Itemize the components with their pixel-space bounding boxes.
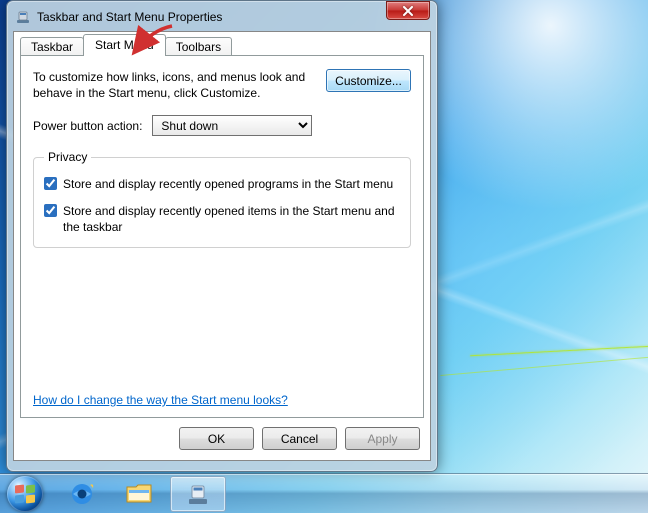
help-link[interactable]: How do I change the way the Start menu l… xyxy=(33,393,288,407)
tab-panel-start-menu: To customize how links, icons, and menus… xyxy=(20,55,424,418)
ok-button[interactable]: OK xyxy=(179,427,254,450)
privacy-opt-items-checkbox[interactable] xyxy=(44,204,57,217)
window-title: Taskbar and Start Menu Properties xyxy=(37,10,429,24)
start-orb-icon xyxy=(7,476,43,512)
privacy-opt-items[interactable]: Store and display recently opened items … xyxy=(44,203,400,235)
windows-flag-icon xyxy=(15,485,35,503)
properties-dialog: Taskbar and Start Menu Properties Taskba… xyxy=(6,0,438,472)
intro-text: To customize how links, icons, and menus… xyxy=(33,69,314,101)
privacy-group: Privacy Store and display recently opene… xyxy=(33,150,411,248)
internet-explorer-icon xyxy=(68,480,96,508)
close-button[interactable] xyxy=(386,1,430,20)
window-icon xyxy=(15,9,31,25)
start-button[interactable] xyxy=(4,475,46,513)
privacy-opt-programs-checkbox[interactable] xyxy=(44,177,57,190)
privacy-opt-programs[interactable]: Store and display recently opened progra… xyxy=(44,176,400,192)
cancel-button[interactable]: Cancel xyxy=(262,427,337,450)
system-taskbar[interactable] xyxy=(0,473,648,513)
dialog-buttons: OK Cancel Apply xyxy=(179,427,420,450)
taskbar-properties-icon xyxy=(185,481,211,507)
tab-taskbar[interactable]: Taskbar xyxy=(20,37,84,57)
tab-strip: Taskbar Start Menu Toolbars xyxy=(20,34,424,56)
apply-button[interactable]: Apply xyxy=(345,427,420,450)
file-explorer-icon xyxy=(125,481,155,507)
privacy-legend: Privacy xyxy=(44,150,91,164)
taskbar-item-ie[interactable] xyxy=(54,476,110,512)
power-button-select[interactable]: Shut down xyxy=(152,115,312,136)
power-button-label: Power button action: xyxy=(33,119,142,133)
titlebar[interactable]: Taskbar and Start Menu Properties xyxy=(13,7,431,31)
taskbar-item-properties[interactable] xyxy=(170,476,226,512)
privacy-opt-programs-label: Store and display recently opened progra… xyxy=(63,176,400,192)
customize-button[interactable]: Customize... xyxy=(326,69,411,92)
decorative-line xyxy=(440,355,648,376)
desktop: Taskbar and Start Menu Properties Taskba… xyxy=(0,0,648,513)
tab-start-menu[interactable]: Start Menu xyxy=(83,34,166,56)
dialog-client: Taskbar Start Menu Toolbars To customize… xyxy=(13,31,431,461)
taskbar-item-explorer[interactable] xyxy=(112,476,168,512)
decorative-line xyxy=(470,345,648,356)
privacy-opt-items-label: Store and display recently opened items … xyxy=(63,203,400,235)
tab-toolbars[interactable]: Toolbars xyxy=(165,37,232,57)
